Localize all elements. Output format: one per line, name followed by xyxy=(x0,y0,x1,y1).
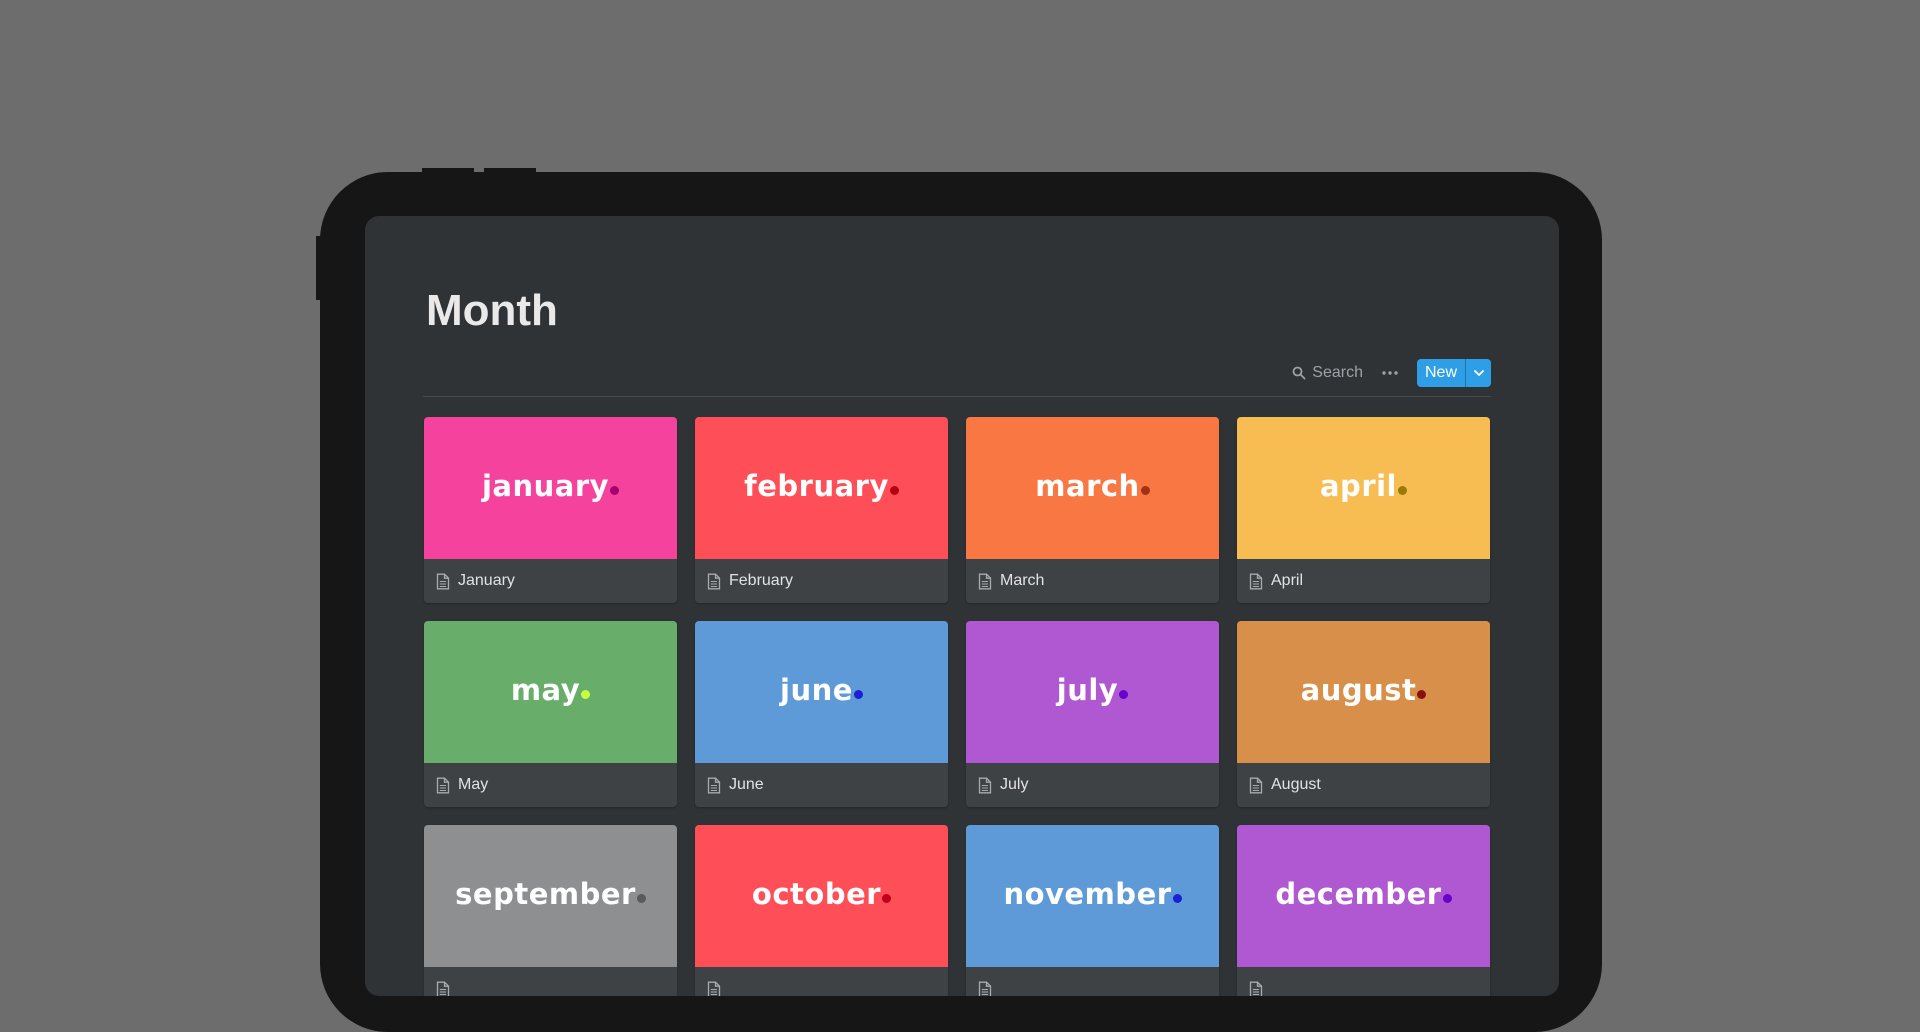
gallery-card-february[interactable]: february February xyxy=(695,417,948,603)
gallery-card-august[interactable]: august August xyxy=(1237,621,1490,807)
card-cover: may xyxy=(424,621,677,763)
card-title: April xyxy=(1271,572,1304,589)
card-cover: april xyxy=(1237,417,1490,559)
new-button[interactable]: New xyxy=(1417,359,1465,387)
card-footer: July xyxy=(966,763,1219,807)
card-cover: july xyxy=(966,621,1219,763)
chevron-down-icon xyxy=(1473,370,1484,376)
more-options-button[interactable] xyxy=(1381,370,1399,376)
database-toolbar: Search New xyxy=(1292,359,1491,387)
card-footer xyxy=(1237,967,1490,996)
page-icon xyxy=(1249,981,1263,996)
card-cover: september xyxy=(424,825,677,967)
card-footer xyxy=(966,967,1219,996)
cover-dot xyxy=(610,486,620,495)
card-title: July xyxy=(1000,776,1029,793)
gallery-card-july[interactable]: july July xyxy=(966,621,1219,807)
cover-text: july xyxy=(1057,673,1129,707)
card-footer: March xyxy=(966,559,1219,603)
gallery-card-november[interactable]: november xyxy=(966,825,1219,996)
page-title: Month xyxy=(426,286,558,335)
card-footer: February xyxy=(695,559,948,603)
search-button[interactable]: Search xyxy=(1292,364,1363,382)
gallery-card-june[interactable]: june June xyxy=(695,621,948,807)
gallery-card-march[interactable]: march March xyxy=(966,417,1219,603)
cover-text: january xyxy=(482,469,620,503)
cover-dot xyxy=(882,894,892,903)
page-icon xyxy=(436,573,450,589)
page-icon xyxy=(707,573,721,589)
search-icon xyxy=(1292,366,1306,380)
search-label: Search xyxy=(1312,364,1363,381)
card-title: June xyxy=(729,776,764,793)
page-icon xyxy=(707,777,721,793)
cover-dot xyxy=(853,690,863,699)
cover-text: november xyxy=(1003,877,1182,911)
page-icon xyxy=(1249,777,1263,793)
card-cover: november xyxy=(966,825,1219,967)
card-footer: June xyxy=(695,763,948,807)
card-title: May xyxy=(458,776,489,793)
page-icon xyxy=(436,981,450,996)
gallery-card-may[interactable]: may May xyxy=(424,621,677,807)
gallery-card-january[interactable]: january January xyxy=(424,417,677,603)
cover-text: october xyxy=(752,877,892,911)
gallery-card-december[interactable]: december xyxy=(1237,825,1490,996)
card-cover: march xyxy=(966,417,1219,559)
page-icon xyxy=(978,777,992,793)
cover-text: april xyxy=(1320,469,1407,503)
cover-dot xyxy=(1119,690,1129,699)
card-cover: december xyxy=(1237,825,1490,967)
cover-text: december xyxy=(1275,877,1452,911)
gallery-card-september[interactable]: september xyxy=(424,825,677,996)
gallery-card-april[interactable]: april April xyxy=(1237,417,1490,603)
card-cover: june xyxy=(695,621,948,763)
ellipsis-icon xyxy=(1382,371,1398,375)
cover-text: august xyxy=(1301,673,1427,707)
card-footer: January xyxy=(424,559,677,603)
card-footer xyxy=(424,967,677,996)
cover-dot xyxy=(581,690,591,699)
gallery-grid: january January february February march … xyxy=(424,417,1492,996)
new-button-group: New xyxy=(1416,359,1491,387)
cover-text: june xyxy=(780,673,863,707)
toolbar-divider xyxy=(423,396,1491,397)
cover-text: march xyxy=(1035,469,1150,503)
cover-dot xyxy=(889,486,899,495)
new-dropdown-button[interactable] xyxy=(1465,359,1491,387)
cover-dot xyxy=(1417,690,1427,699)
card-footer: May xyxy=(424,763,677,807)
app-screen: Month Search New january January februar… xyxy=(365,216,1559,996)
gallery-card-october[interactable]: october xyxy=(695,825,948,996)
card-footer: August xyxy=(1237,763,1490,807)
page-icon xyxy=(978,981,992,996)
card-cover: january xyxy=(424,417,677,559)
page-icon xyxy=(1249,573,1263,589)
cover-dot xyxy=(636,894,646,903)
card-title: February xyxy=(729,572,794,589)
cover-dot xyxy=(1172,894,1182,903)
cover-dot xyxy=(1398,486,1407,495)
card-cover: october xyxy=(695,825,948,967)
card-title: March xyxy=(1000,572,1045,589)
page-icon xyxy=(707,981,721,996)
page-icon xyxy=(436,777,450,793)
cover-dot xyxy=(1140,486,1150,495)
card-cover: august xyxy=(1237,621,1490,763)
page-icon xyxy=(978,573,992,589)
card-title: January xyxy=(458,572,515,589)
cover-text: september xyxy=(455,877,646,911)
card-cover: february xyxy=(695,417,948,559)
card-footer: April xyxy=(1237,559,1490,603)
card-footer xyxy=(695,967,948,996)
cover-text: may xyxy=(511,673,591,707)
card-title: August xyxy=(1271,776,1321,793)
cover-text: february xyxy=(744,469,899,503)
cover-dot xyxy=(1442,894,1452,903)
